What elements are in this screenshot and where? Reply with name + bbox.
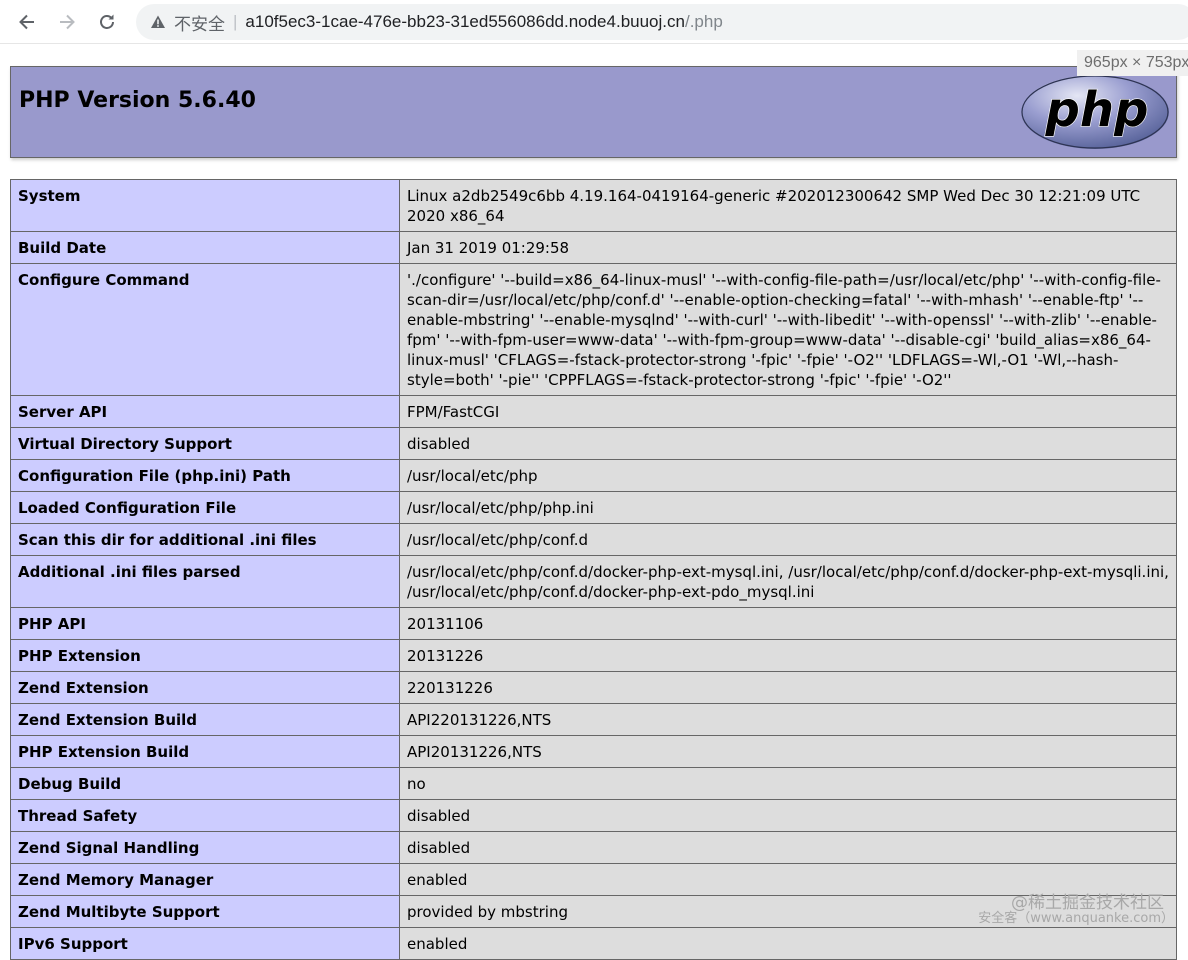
table-row: System Linux a2db2549c6bb 4.19.164-041916…	[10, 179, 1177, 232]
table-row: Configure Command './configure' '--build=…	[10, 263, 1177, 396]
row-label: Zend Multibyte Support	[10, 895, 400, 928]
table-row: PHP API 20131106	[10, 607, 1177, 640]
table-row: PHP Extension Build API20131226,NTS	[10, 735, 1177, 768]
row-value: disabled	[399, 799, 1177, 832]
table-row: IPv6 Support enabled	[10, 927, 1177, 960]
page-title: PHP Version 5.6.40	[19, 88, 256, 113]
php-version-header: PHP Version 5.6.40 php	[10, 66, 1177, 158]
row-value: /usr/local/etc/php	[399, 459, 1177, 492]
row-value: Jan 31 2019 01:29:58	[399, 231, 1177, 264]
php-logo-text: php	[1045, 82, 1149, 138]
table-row: Zend Extension 220131226	[10, 671, 1177, 704]
viewport-size-tooltip: 965px × 753px	[1077, 50, 1188, 76]
table-row: Scan this dir for additional .ini files /…	[10, 523, 1177, 556]
row-label: Debug Build	[10, 767, 400, 800]
security-status-label[interactable]: 不安全	[174, 10, 225, 35]
row-label: Thread Safety	[10, 799, 400, 832]
row-label: Zend Signal Handling	[10, 831, 400, 864]
table-row: Additional .ini files parsed/usr/local/e…	[10, 555, 1177, 608]
row-value: 20131226	[399, 639, 1177, 672]
table-row: Configuration File (php.ini) Path/usr/lo…	[10, 459, 1177, 492]
row-label: Zend Memory Manager	[10, 863, 400, 896]
row-value: no	[399, 767, 1177, 800]
table-row: Virtual Directory Support disabled	[10, 427, 1177, 460]
row-label: IPv6 Support	[10, 927, 400, 960]
back-arrow-icon	[19, 14, 34, 30]
table-row: Server API FPM/FastCGI	[10, 395, 1177, 428]
row-value: 220131226	[399, 671, 1177, 704]
warning-icon[interactable]	[150, 14, 166, 30]
table-row: Thread Safety disabled	[10, 799, 1177, 832]
browser-toolbar: 不安全 | a10f5ec3-1cae-476e-bb23-31ed556086…	[0, 0, 1188, 44]
row-value: /usr/local/etc/php/php.ini	[399, 491, 1177, 524]
row-value: API220131226,NTS	[399, 703, 1177, 736]
row-label: Configuration File (php.ini) Path	[10, 459, 400, 492]
php-logo[interactable]: php	[1019, 73, 1171, 151]
row-label: Virtual Directory Support	[10, 427, 400, 460]
row-value: 20131106	[399, 607, 1177, 640]
watermark-anquanke: 安全客（www.anquanke.com）	[978, 911, 1174, 926]
row-value: /usr/local/etc/php/conf.d/docker-php-ext…	[399, 555, 1177, 608]
url-host[interactable]: a10f5ec3-1cae-476e-bb23-31ed556086dd.nod…	[245, 12, 685, 32]
row-label: Server API	[10, 395, 400, 428]
forward-button[interactable]	[53, 8, 81, 36]
row-label: Build Date	[10, 231, 400, 264]
row-label: PHP API	[10, 607, 400, 640]
row-label: Additional .ini files parsed	[10, 555, 400, 608]
row-value: API20131226,NTS	[399, 735, 1177, 768]
php-info-table: System Linux a2db2549c6bb 4.19.164-041916…	[10, 179, 1177, 960]
row-label: Loaded Configuration File	[10, 491, 400, 524]
row-label: Zend Extension Build	[10, 703, 400, 736]
table-row: PHP Extension 20131226	[10, 639, 1177, 672]
forward-arrow-icon	[60, 14, 75, 30]
row-label: Configure Command	[10, 263, 400, 396]
reload-icon	[100, 14, 114, 29]
row-value: enabled	[399, 927, 1177, 960]
row-value: disabled	[399, 427, 1177, 460]
table-row: Loaded Configuration File/usr/local/etc/…	[10, 491, 1177, 524]
row-label: Zend Extension	[10, 671, 400, 704]
row-value: disabled	[399, 831, 1177, 864]
row-label: System	[10, 179, 400, 232]
row-value: './configure' '--build=x86_64-linux-musl…	[399, 263, 1177, 396]
table-row: Zend Memory Manager enabled	[10, 863, 1177, 896]
reload-button[interactable]	[93, 8, 121, 36]
table-row: Build Date Jan 31 2019 01:29:58	[10, 231, 1177, 264]
table-row: Debug Build no	[10, 767, 1177, 800]
row-label: Scan this dir for additional .ini files	[10, 523, 400, 556]
address-bar[interactable]: 不安全 | a10f5ec3-1cae-476e-bb23-31ed556086…	[136, 4, 1188, 40]
row-label: PHP Extension	[10, 639, 400, 672]
row-value: FPM/FastCGI	[399, 395, 1177, 428]
row-label: PHP Extension Build	[10, 735, 400, 768]
url-path[interactable]: /.php	[685, 12, 723, 32]
row-value: Linux a2db2549c6bb 4.19.164-0419164-gene…	[399, 179, 1177, 232]
table-row: Zend Signal Handling disabled	[10, 831, 1177, 864]
row-value: /usr/local/etc/php/conf.d	[399, 523, 1177, 556]
table-row: Zend Extension Build API220131226,NTS	[10, 703, 1177, 736]
back-button[interactable]	[13, 8, 41, 36]
url-separator: |	[233, 12, 238, 31]
